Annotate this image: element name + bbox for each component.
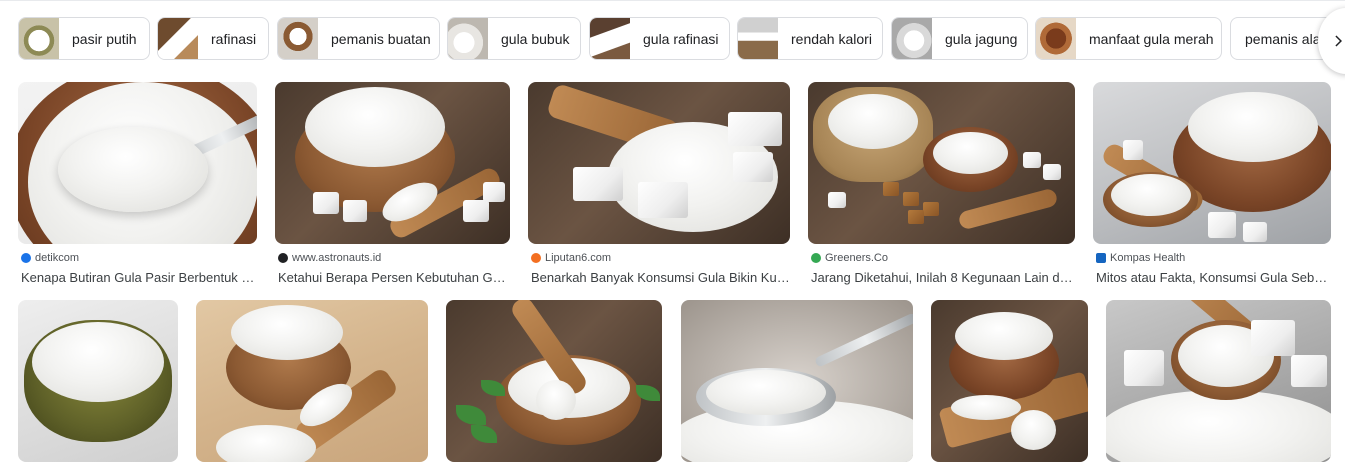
chip-thumbnail	[892, 18, 932, 59]
chip-thumbnail	[19, 18, 59, 59]
chip-label: pasir putih	[72, 30, 137, 47]
top-divider	[0, 0, 1345, 1]
result-image[interactable]	[275, 82, 510, 244]
chip-label: rafinasi	[211, 30, 257, 47]
chip-gula-bubuk[interactable]: gula bubuk	[447, 17, 581, 60]
chip-rafinasi[interactable]: rafinasi	[157, 17, 269, 60]
favicon-icon	[1096, 253, 1106, 263]
result-card[interactable]	[681, 300, 913, 462]
result-source: detikcom	[18, 251, 257, 265]
result-title[interactable]: Benarkah Banyak Konsumsi Gula Bikin Kuli…	[528, 270, 790, 285]
chip-pasir-putih[interactable]: pasir putih	[18, 17, 150, 60]
chip-thumbnail	[590, 18, 630, 59]
result-card[interactable]	[931, 300, 1088, 462]
chip-thumbnail	[448, 18, 488, 59]
result-image[interactable]	[446, 300, 662, 462]
chevron-right-icon	[1335, 35, 1342, 47]
result-card[interactable]: Greeners.Co Jarang Diketahui, Inilah 8 K…	[808, 82, 1075, 285]
favicon-icon	[531, 253, 541, 263]
related-searches-chips: pasir putih rafinasi pemanis buatan gula…	[18, 17, 1345, 61]
result-image[interactable]	[681, 300, 913, 462]
favicon-icon	[21, 253, 31, 263]
chip-thumbnail	[1036, 18, 1076, 59]
chip-manfaat-gula-merah[interactable]: manfaat gula merah	[1035, 17, 1222, 60]
source-name: www.astronauts.id	[292, 252, 382, 264]
source-name: Kompas Health	[1110, 252, 1186, 264]
chip-rendah-kalori[interactable]: rendah kalori	[737, 17, 883, 60]
result-card[interactable]	[446, 300, 662, 462]
result-card[interactable]	[1106, 300, 1331, 462]
chip-thumbnail	[738, 18, 778, 59]
chip-pemanis-buatan[interactable]: pemanis buatan	[277, 17, 440, 60]
result-image[interactable]	[528, 82, 790, 244]
result-image[interactable]	[1093, 82, 1331, 244]
result-card[interactable]: Kompas Health Mitos atau Fakta, Konsumsi…	[1093, 82, 1331, 285]
chip-label: gula rafinasi	[643, 30, 719, 47]
chip-label: pemanis buatan	[331, 30, 431, 47]
result-card[interactable]	[18, 300, 178, 462]
chip-thumbnail	[158, 18, 198, 59]
chip-label: gula jagung	[945, 30, 1018, 47]
source-name: Greeners.Co	[825, 252, 888, 264]
favicon-icon	[811, 253, 821, 263]
chip-thumbnail	[278, 18, 318, 59]
result-card[interactable]: Liputan6.com Benarkah Banyak Konsumsi Gu…	[528, 82, 790, 285]
chip-label: gula bubuk	[501, 30, 570, 47]
result-title[interactable]: Jarang Diketahui, Inilah 8 Kegunaan Lain…	[808, 270, 1075, 285]
result-source: Greeners.Co	[808, 251, 1075, 265]
result-source: www.astronauts.id	[275, 251, 510, 265]
result-title[interactable]: Kenapa Butiran Gula Pasir Berbentuk Kris…	[18, 270, 257, 285]
result-source: Kompas Health	[1093, 251, 1331, 265]
source-name: detikcom	[35, 252, 80, 264]
result-image[interactable]	[196, 300, 428, 462]
result-card[interactable]: detikcom Kenapa Butiran Gula Pasir Berbe…	[18, 82, 257, 285]
result-card[interactable]: www.astronauts.id Ketahui Berapa Persen …	[275, 82, 510, 285]
chip-gula-rafinasi[interactable]: gula rafinasi	[589, 17, 730, 60]
result-source: Liputan6.com	[528, 251, 790, 265]
result-card[interactable]	[196, 300, 428, 462]
result-image[interactable]	[808, 82, 1075, 244]
favicon-icon	[278, 253, 288, 263]
chip-gula-jagung[interactable]: gula jagung	[891, 17, 1028, 60]
result-title[interactable]: Ketahui Berapa Persen Kebutuhan Gula Har…	[275, 270, 510, 285]
result-image[interactable]	[18, 300, 178, 462]
result-image[interactable]	[18, 82, 257, 244]
chip-label: manfaat gula merah	[1089, 30, 1214, 47]
result-title[interactable]: Mitos atau Fakta, Konsumsi Gula Sebabkan…	[1093, 270, 1331, 285]
result-image[interactable]	[1106, 300, 1331, 462]
chip-label: rendah kalori	[791, 30, 872, 47]
source-name: Liputan6.com	[545, 252, 612, 264]
result-image[interactable]	[931, 300, 1088, 462]
